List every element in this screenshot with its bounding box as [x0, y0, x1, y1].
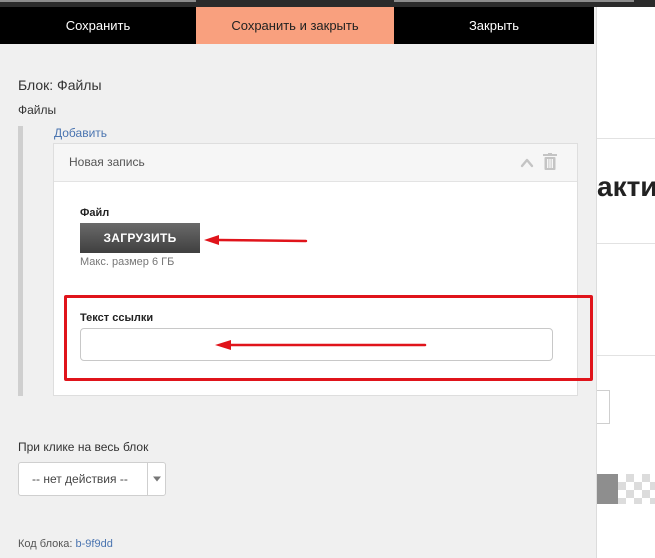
link-text-label: Текст ссылки	[80, 312, 154, 324]
trash-icon[interactable]	[543, 153, 557, 170]
entry-card: Новая запись Файл ЗАГРУЗИТЬ Макс. размер…	[53, 143, 578, 396]
background-heading: акти	[597, 171, 655, 202]
background-page: акти	[597, 7, 655, 558]
add-entry-link[interactable]: Добавить	[54, 126, 107, 140]
link-text-input[interactable]	[80, 328, 553, 361]
click-action-select[interactable]: -- нет действия --	[18, 462, 166, 496]
click-action-label: При клике на весь блок	[18, 440, 149, 454]
background-divider	[597, 355, 655, 356]
panel-toolbar: Сохранить Сохранить и закрыть Закрыть	[0, 7, 594, 44]
background-input	[597, 390, 610, 424]
entry-title: Новая запись	[69, 155, 145, 169]
max-size-hint: Макс. размер 6 ГБ	[80, 256, 175, 268]
chevron-up-icon[interactable]	[520, 156, 534, 170]
background-transparent-swatch	[618, 474, 655, 504]
upload-button[interactable]: ЗАГРУЗИТЬ	[80, 223, 200, 253]
background-color-swatch	[597, 474, 618, 504]
block-code: Код блока: b-9f9dd	[18, 538, 113, 550]
block-title: Блок: Файлы	[18, 77, 102, 93]
entry-card-header[interactable]: Новая запись	[54, 144, 577, 182]
top-strip-right-segment	[394, 0, 634, 2]
block-code-value: b-9f9dd	[75, 538, 113, 550]
caret-down-icon	[153, 476, 161, 482]
block-code-label: Код блока:	[18, 538, 73, 550]
save-and-close-button[interactable]: Сохранить и закрыть	[196, 7, 394, 44]
block-settings-panel: Сохранить Сохранить и закрыть Закрыть Бл…	[0, 7, 597, 558]
files-section-label: Файлы	[18, 103, 57, 117]
close-button[interactable]: Закрыть	[394, 7, 594, 44]
click-action-selected: -- нет действия --	[32, 472, 128, 486]
background-divider	[597, 138, 655, 139]
file-field-label: Файл	[80, 207, 110, 219]
window-top-strip	[0, 0, 655, 7]
top-strip-left-segment	[0, 0, 196, 2]
save-button[interactable]: Сохранить	[0, 7, 196, 44]
background-divider	[597, 243, 655, 244]
select-divider	[147, 463, 148, 495]
list-indent-bar	[18, 126, 23, 396]
